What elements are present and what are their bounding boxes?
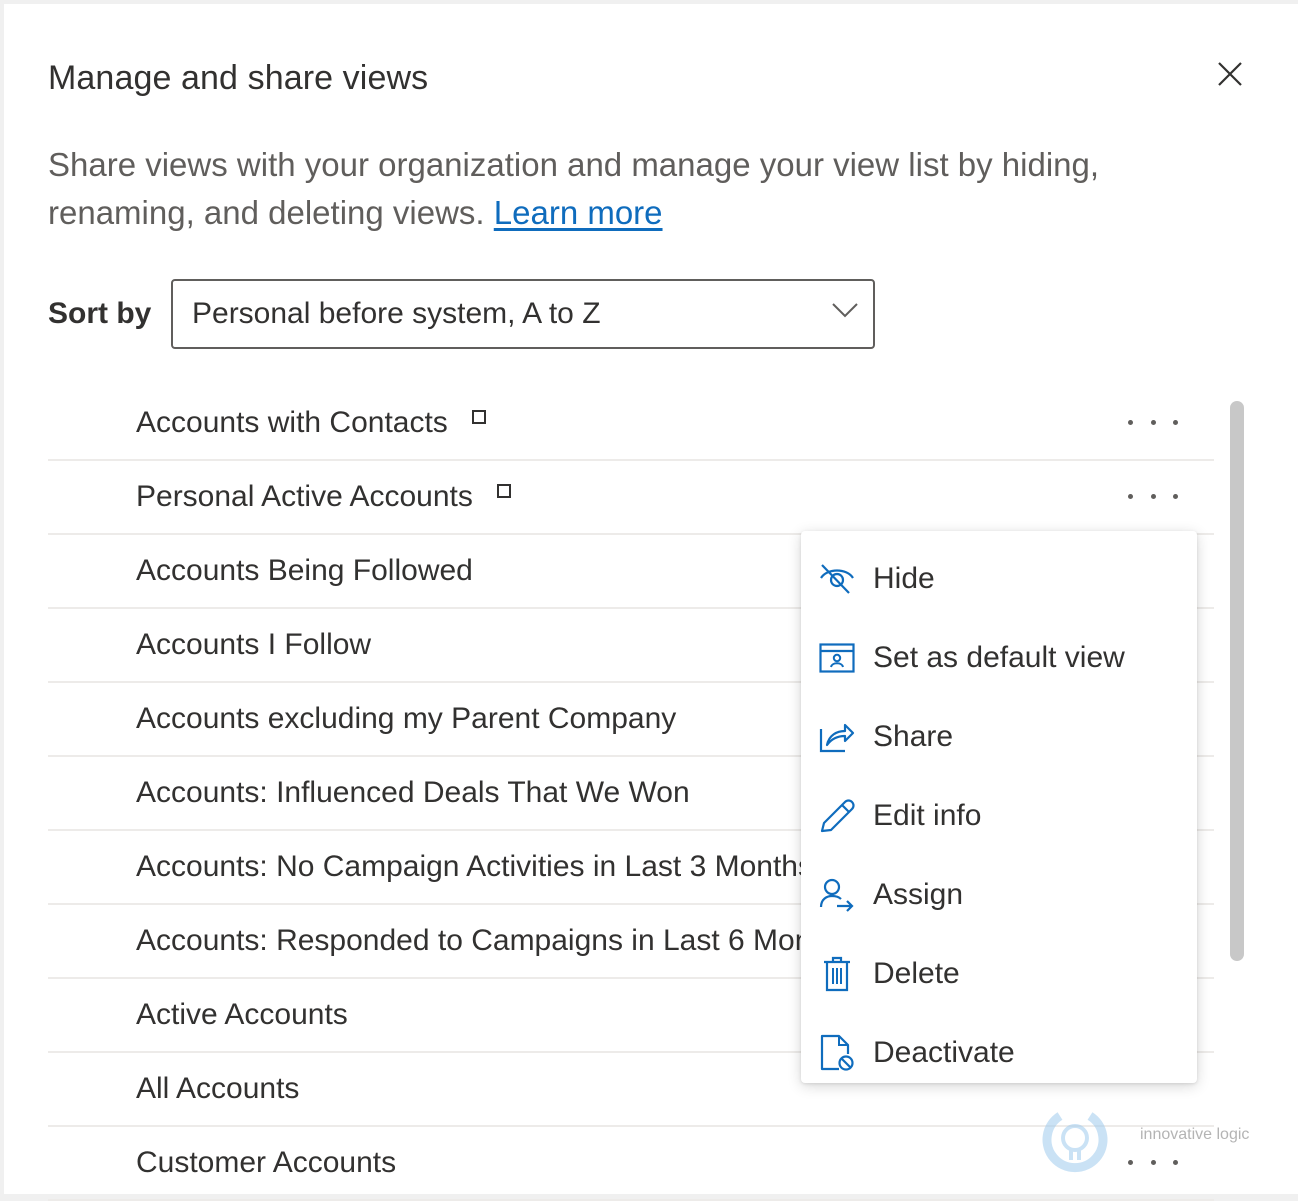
ellipsis-dot-icon bbox=[1173, 493, 1178, 499]
chevron-down-icon bbox=[832, 303, 858, 318]
menu-item-share[interactable]: Share bbox=[801, 697, 1197, 776]
view-name: Accounts I Follow bbox=[136, 628, 372, 661]
menu-item-label: Share bbox=[873, 719, 954, 753]
manage-views-dialog: Manage and share views Share views with … bbox=[4, 4, 1298, 1201]
menu-item-label: Hide bbox=[873, 561, 935, 595]
trash-icon bbox=[817, 954, 857, 994]
view-name: Customer Accounts bbox=[136, 1146, 397, 1179]
personal-view-icon bbox=[496, 484, 511, 498]
ellipsis-dot-icon bbox=[1150, 493, 1156, 499]
menu-item-label: Set as default view bbox=[873, 640, 1125, 674]
menu-item-label: Delete bbox=[873, 956, 960, 990]
pencil-icon bbox=[817, 796, 857, 836]
learn-more-link[interactable]: Learn more bbox=[494, 194, 663, 231]
sort-by-value: Personal before system, A to Z bbox=[192, 297, 601, 330]
ellipsis-dot-icon bbox=[1173, 419, 1178, 425]
menu-item-deactivate[interactable]: Deactivate bbox=[801, 1013, 1197, 1092]
menu-item-set-default-view[interactable]: Set as default view bbox=[801, 618, 1197, 697]
menu-item-label: Assign bbox=[873, 877, 964, 911]
list-scrollbar[interactable] bbox=[1230, 401, 1244, 961]
view-name: All Accounts bbox=[136, 1072, 300, 1105]
menu-item-label: Edit info bbox=[873, 798, 982, 832]
more-options-button[interactable] bbox=[1128, 481, 1178, 511]
menu-item-delete[interactable]: Delete bbox=[801, 934, 1197, 1013]
view-name: Accounts excluding my Parent Company bbox=[136, 702, 677, 735]
ellipsis-dot-icon bbox=[1128, 419, 1133, 425]
menu-item-label: Deactivate bbox=[873, 1035, 1015, 1069]
inogic-watermark: innovative logic bbox=[1040, 1104, 1270, 1174]
view-context-menu: Hide Set as default view Share Edit info… bbox=[801, 531, 1197, 1083]
menu-item-assign[interactable]: Assign bbox=[801, 855, 1197, 934]
sort-by-label: Sort by bbox=[48, 297, 152, 330]
view-list-item[interactable]: Accounts with Contacts bbox=[48, 387, 1214, 461]
dialog-title: Manage and share views bbox=[48, 59, 429, 97]
share-icon bbox=[817, 717, 857, 757]
view-name: Accounts: No Campaign Activities in Last… bbox=[136, 850, 813, 883]
view-name: Accounts Being Followed bbox=[136, 554, 473, 587]
close-button[interactable] bbox=[1210, 54, 1250, 94]
menu-item-edit-info[interactable]: Edit info bbox=[801, 776, 1197, 855]
view-name: Personal Active Accounts bbox=[136, 480, 473, 513]
more-options-button[interactable] bbox=[1128, 407, 1178, 437]
ellipsis-dot-icon bbox=[1150, 419, 1156, 425]
personal-view-icon bbox=[471, 410, 486, 424]
sort-by-dropdown[interactable]: Personal before system, A to Z bbox=[171, 279, 875, 349]
inogic-logo-icon bbox=[1042, 1112, 1108, 1173]
view-name: Accounts: Influenced Deals That We Won bbox=[136, 776, 690, 809]
document-block-icon bbox=[817, 1033, 857, 1073]
dialog-description: Share views with your organization and m… bbox=[48, 141, 1208, 237]
close-icon bbox=[1218, 62, 1242, 86]
view-name: Active Accounts bbox=[136, 998, 348, 1031]
watermark-tagline: innovative logic bbox=[1140, 1126, 1250, 1143]
view-name: Accounts: Responded to Campaigns in Last… bbox=[136, 924, 852, 957]
menu-item-hide[interactable]: Hide bbox=[801, 539, 1197, 618]
person-arrow-icon bbox=[817, 875, 857, 915]
ellipsis-dot-icon bbox=[1128, 493, 1133, 499]
view-list-item[interactable]: Personal Active Accounts bbox=[48, 461, 1214, 535]
eye-off-icon bbox=[817, 559, 857, 599]
view-name: Accounts with Contacts bbox=[136, 406, 448, 439]
default-view-icon bbox=[817, 638, 857, 678]
